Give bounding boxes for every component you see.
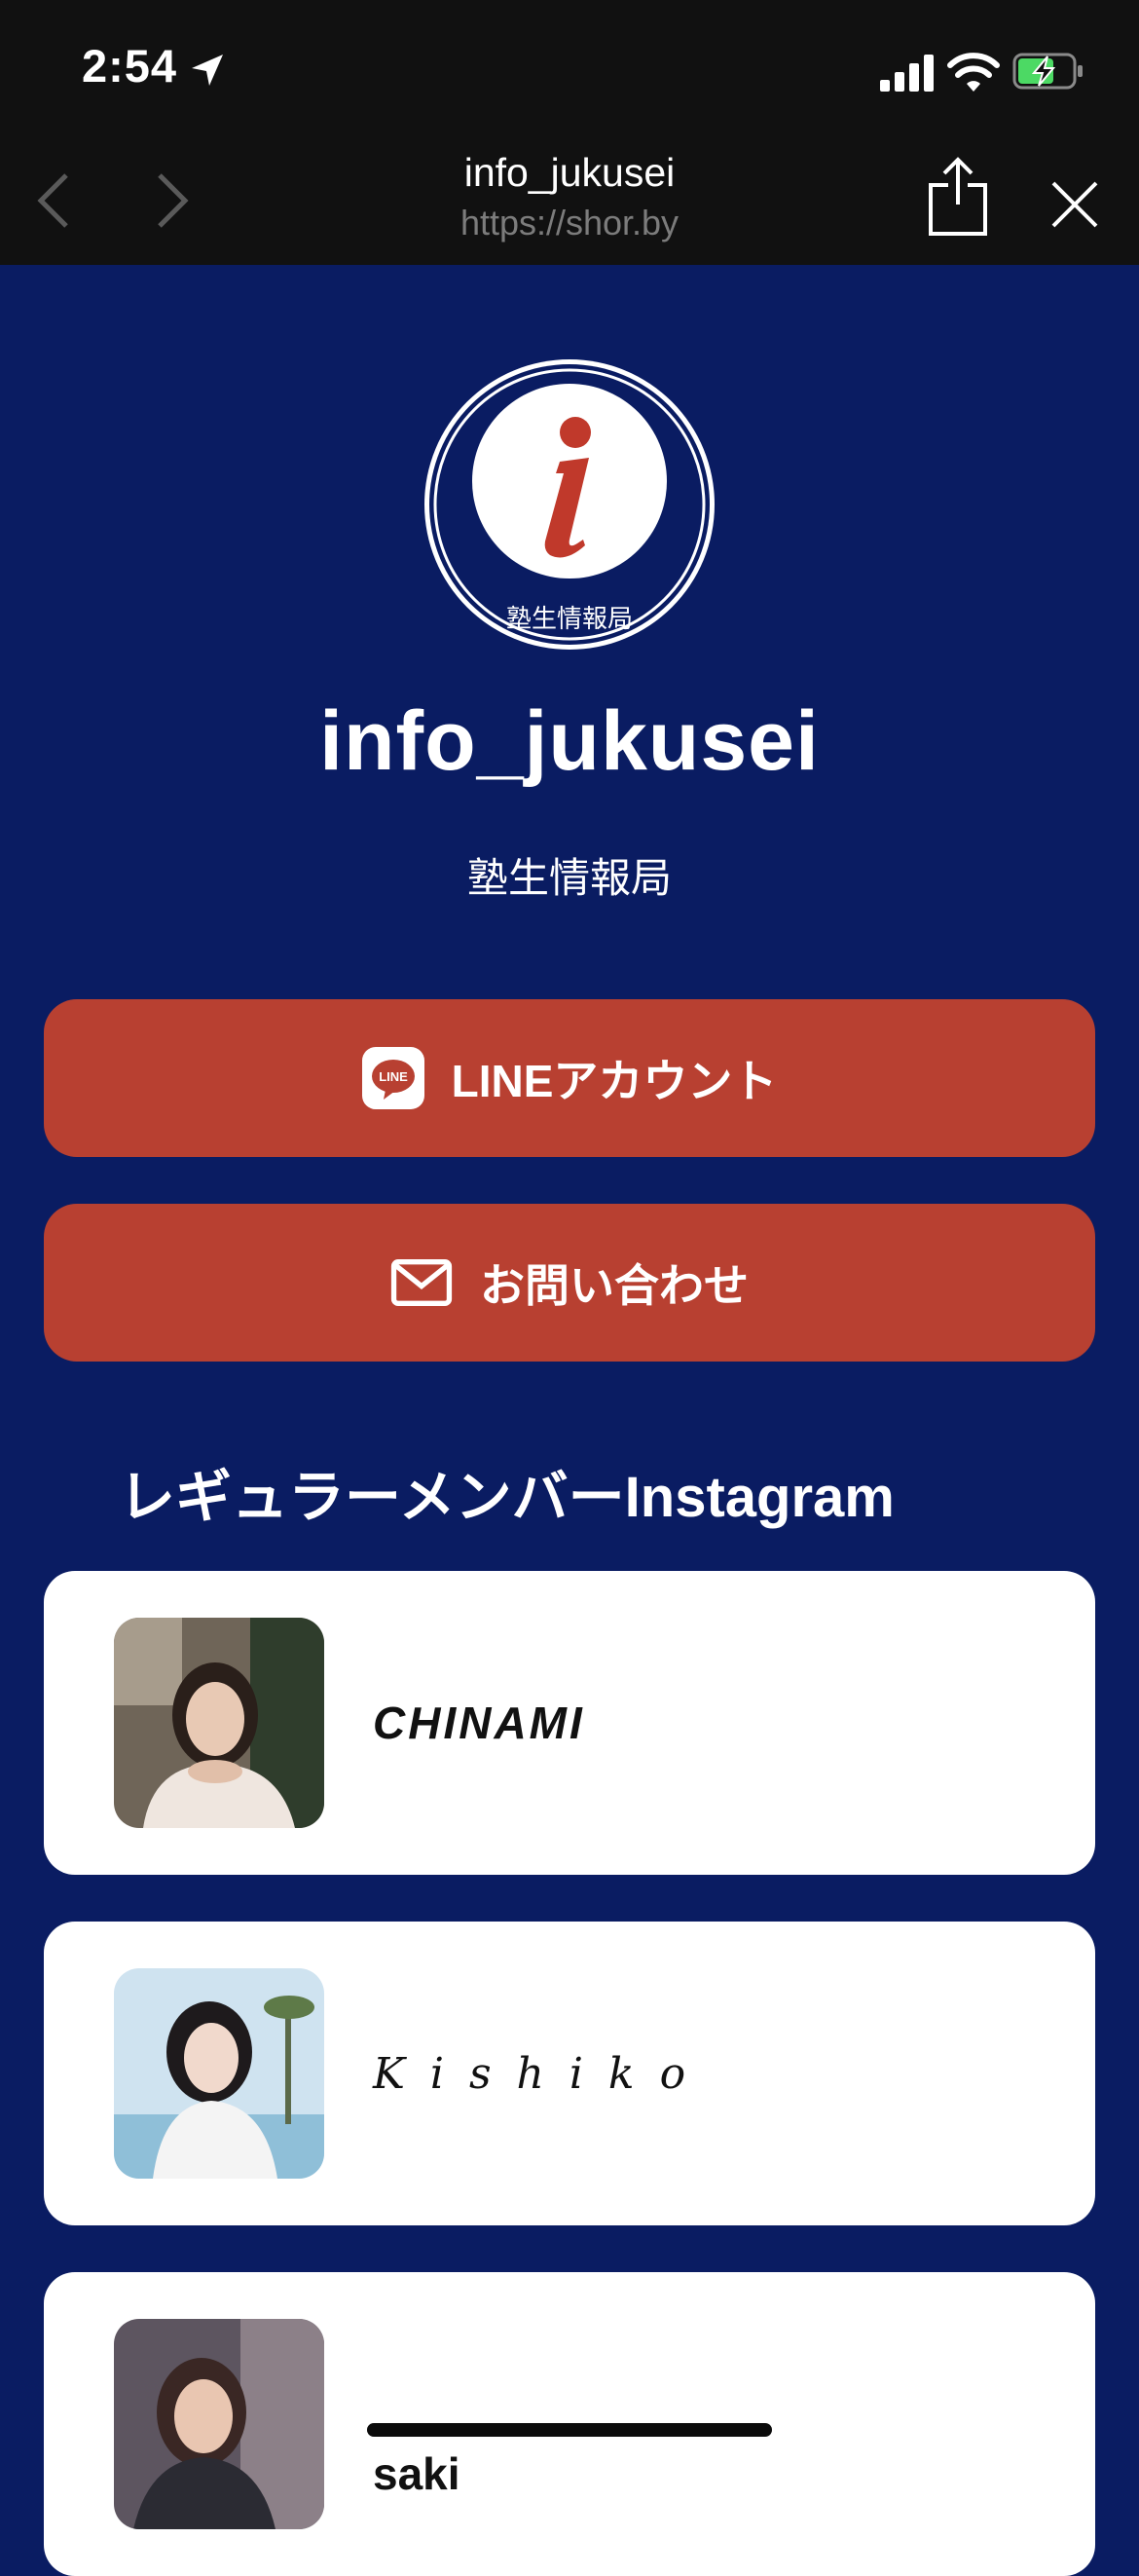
battery-charging-icon	[1012, 53, 1083, 90]
location-arrow-icon	[192, 55, 223, 86]
member-card-kishiko[interactable]: Kishiko	[44, 1922, 1095, 2225]
member-name: Kishiko	[373, 2048, 712, 2099]
section-title: レギュラーメンバーInstagram	[119, 1466, 895, 1529]
member-name: saki	[373, 2448, 460, 2499]
status-time: 2:54	[82, 40, 178, 92]
share-icon[interactable]	[927, 156, 989, 238]
member-card-chinami[interactable]: CHINAMI	[44, 1571, 1095, 1875]
avatar	[114, 1968, 324, 2179]
svg-text:LINE: LINE	[379, 1069, 408, 1084]
profile-name: info_jukusei	[319, 694, 820, 788]
svg-text:塾生情報局: 塾生情報局	[506, 605, 633, 634]
wifi-icon	[947, 53, 1000, 92]
contact-label: お問い合わせ	[480, 1260, 749, 1311]
member-name: CHINAMI	[373, 1698, 585, 1748]
cellular-signal-icon	[880, 55, 934, 92]
avatar	[114, 1618, 324, 1828]
profile-subtitle: 塾生情報局	[466, 855, 672, 901]
avatar	[114, 2319, 324, 2529]
close-icon[interactable]	[1049, 179, 1100, 230]
profile-logo: 塾生情報局	[424, 359, 715, 650]
status-bar: 2:54	[0, 0, 1139, 136]
home-indicator[interactable]	[367, 2423, 772, 2437]
line-icon: LINE	[361, 1047, 424, 1109]
contact-button[interactable]: お問い合わせ	[44, 1204, 1095, 1362]
line-account-label: LINEアカウント	[451, 1056, 778, 1106]
line-account-button[interactable]: LINE LINEアカウント	[44, 999, 1095, 1157]
mail-icon	[390, 1259, 453, 1306]
browser-bar: info_jukusei https://shor.by	[0, 136, 1139, 265]
